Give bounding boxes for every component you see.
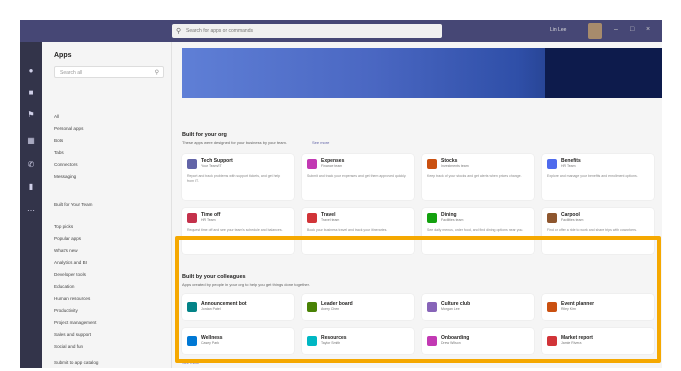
see-more-org-link[interactable]: See more: [312, 140, 329, 145]
card-description: Book your business travel and track your…: [307, 228, 388, 232]
sidebar-search-placeholder: Search all: [60, 70, 83, 76]
tech-support-icon: [187, 159, 197, 169]
sidebar-item-hr[interactable]: Human resources: [54, 296, 90, 301]
files-icon[interactable]: ▮: [26, 182, 36, 191]
sidebar-item-popular[interactable]: Popular apps: [54, 236, 81, 241]
card-description: Find or offer a ride to work and share t…: [547, 228, 638, 232]
benefits-icon: [547, 159, 557, 169]
carpool-icon: [547, 213, 557, 223]
calendar-icon[interactable]: ▦: [26, 136, 36, 145]
app-card-stocks[interactable]: Stocks Investments team Keep track of yo…: [422, 154, 534, 200]
close-icon[interactable]: ×: [646, 26, 650, 33]
search-icon: ⚲: [176, 28, 182, 35]
sidebar-item-tabs[interactable]: Tabs: [54, 150, 64, 155]
sidebar-item-built-for-team[interactable]: Built for Your Team: [54, 202, 92, 207]
card-description: Keep track of your stocks and get alerts…: [427, 174, 522, 178]
user-name: Lin Lee: [550, 27, 567, 33]
teams-icon[interactable]: ⚑: [26, 110, 36, 119]
title-bar: ⚲ Search for apps or commands Lin Lee – …: [20, 20, 662, 42]
dining-icon: [427, 213, 437, 223]
sidebar-item-developer[interactable]: Developer tools: [54, 272, 86, 277]
sidebar-item-connectors[interactable]: Connectors: [54, 162, 78, 167]
card-subtitle: Facilities team: [561, 218, 584, 222]
card-description: See daily menus, order food, and find di…: [427, 228, 524, 232]
sidebar-item-top-picks[interactable]: Top picks: [54, 224, 73, 229]
search-placeholder: Search for apps or commands: [186, 28, 253, 34]
sidebar-item-bots[interactable]: Bots: [54, 138, 63, 143]
card-description: Explore and manage your benefits and enr…: [547, 174, 638, 178]
sidebar-item-personal-apps[interactable]: Personal apps: [54, 126, 83, 131]
app-card-tech-support[interactable]: Tech Support Your Team/IT Report and tra…: [182, 154, 294, 200]
chat-icon[interactable]: ■: [26, 88, 36, 97]
card-description: Request time off and see your team's sch…: [187, 228, 283, 232]
card-description: Submit and track your expenses and get t…: [307, 174, 407, 178]
sidebar-item-sales[interactable]: Sales and support: [54, 332, 91, 337]
card-description: Report and track problems with support t…: [187, 174, 281, 183]
section-title-org: Built for your org: [182, 132, 227, 138]
sidebar-search-input[interactable]: Search all ⚲: [54, 66, 164, 78]
sidebar-item-social[interactable]: Social and fun: [54, 344, 83, 349]
more-icon[interactable]: ⋯: [26, 206, 36, 215]
app-card-expenses[interactable]: Expenses Finance team Submit and track y…: [302, 154, 414, 200]
highlight-frame: [175, 236, 661, 363]
expenses-icon: [307, 159, 317, 169]
hero-dark-panel: [545, 48, 662, 98]
sidebar-item-whats-new[interactable]: What's new: [54, 248, 78, 253]
avatar[interactable]: [588, 23, 602, 39]
app-card-benefits[interactable]: Benefits HR Team Explore and manage your…: [542, 154, 654, 200]
activity-icon[interactable]: ●: [26, 66, 36, 75]
stocks-icon: [427, 159, 437, 169]
sidebar-item-analytics[interactable]: Analytics and BI: [54, 260, 87, 265]
sidebar-item-education[interactable]: Education: [54, 284, 74, 289]
travel-icon: [307, 213, 317, 223]
sidebar-item-messaging[interactable]: Messaging: [54, 174, 76, 179]
maximize-icon[interactable]: □: [630, 26, 634, 33]
sidebar-item-submit[interactable]: Submit to app catalog: [54, 360, 98, 365]
search-input[interactable]: ⚲ Search for apps or commands: [172, 24, 442, 38]
hero-banner: [182, 48, 662, 98]
apps-sidebar: Apps Search all ⚲ All Personal apps Bots…: [42, 42, 172, 368]
sidebar-item-project-mgmt[interactable]: Project management: [54, 320, 96, 325]
sidebar-title: Apps: [54, 52, 72, 59]
time-off-icon: [187, 213, 197, 223]
card-subtitle: Investments team: [441, 164, 469, 168]
card-subtitle: Your Team/IT: [201, 164, 222, 168]
search-icon: ⚲: [154, 70, 159, 76]
app-rail: ● ■ ⚑ ▦ ✆ ▮ ⋯ ▦: [20, 42, 42, 368]
section-subtitle-org: These apps were designed for your busine…: [182, 140, 287, 145]
card-subtitle: Finance team: [321, 164, 343, 168]
sidebar-item-all[interactable]: All: [54, 114, 59, 119]
card-subtitle: Travel team: [321, 218, 340, 222]
card-subtitle: HR Team: [561, 164, 576, 168]
minimize-icon[interactable]: –: [614, 26, 618, 33]
calls-icon[interactable]: ✆: [26, 160, 36, 169]
card-subtitle: HR Team: [201, 218, 216, 222]
sidebar-item-productivity[interactable]: Productivity: [54, 308, 78, 313]
card-subtitle: Facilities team: [441, 218, 464, 222]
